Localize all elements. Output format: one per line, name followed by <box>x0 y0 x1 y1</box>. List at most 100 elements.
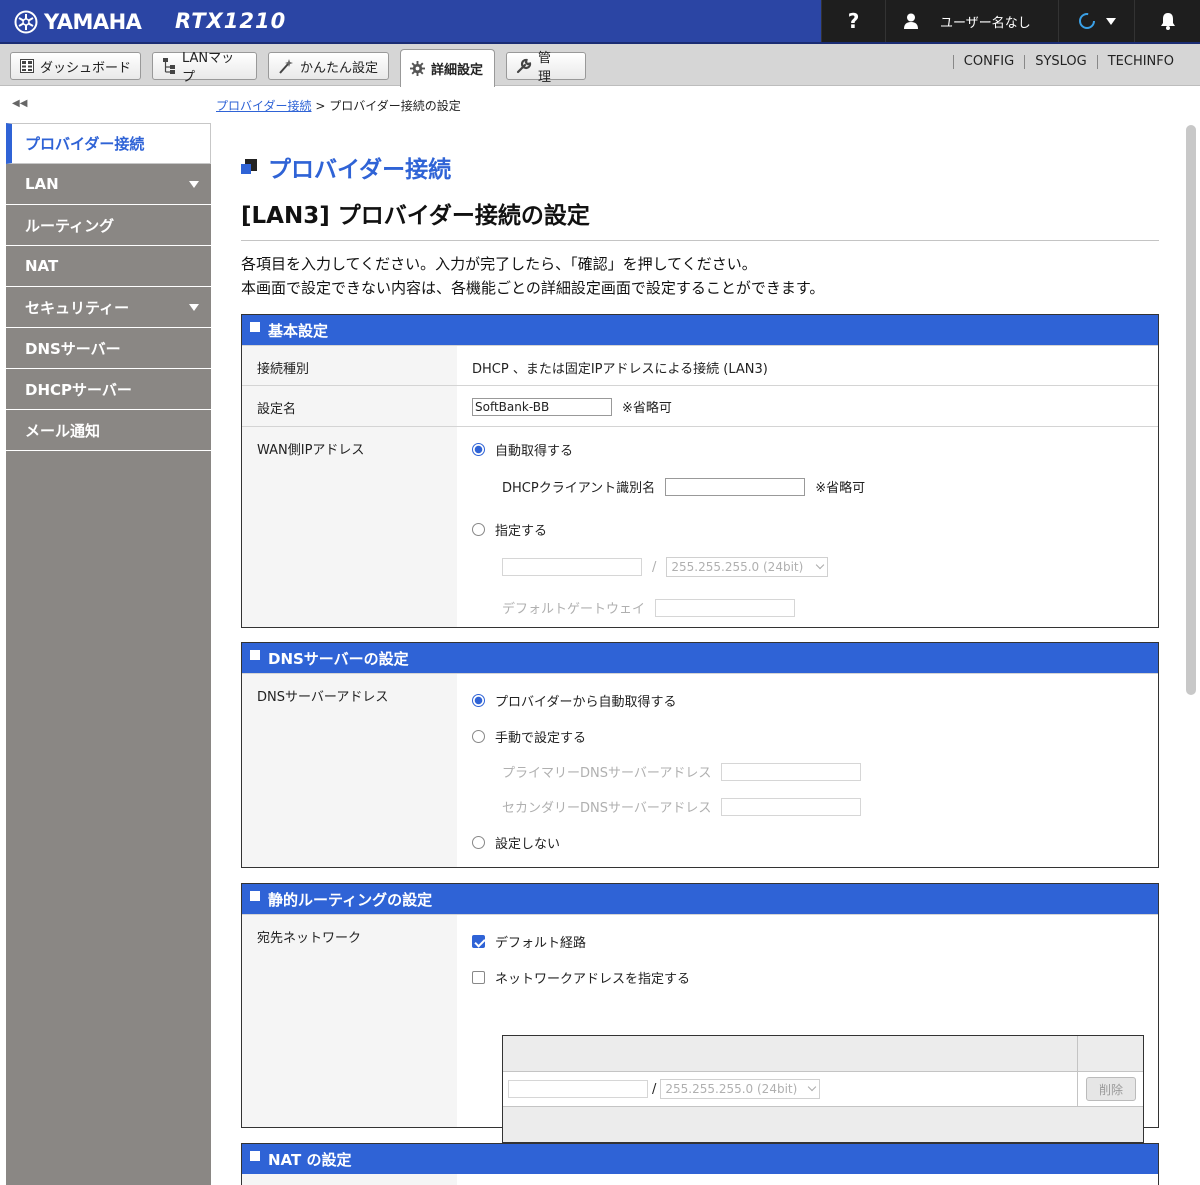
sidebar-item-lan[interactable]: LAN <box>6 164 211 205</box>
network-address-input[interactable] <box>508 1080 648 1098</box>
option-label: 自動取得する <box>495 444 574 459</box>
wan-netmask-select[interactable]: 255.255.255.0 (24bit) <box>666 557 829 577</box>
sidebar-item-label: LAN <box>25 175 59 193</box>
dns-none-option[interactable]: 設定しない <box>472 833 560 852</box>
default-gateway-label: デフォルトゲートウェイ <box>502 602 646 617</box>
tab-label: LANマップ <box>182 51 235 85</box>
sidebar-item-security[interactable]: セキュリティー <box>6 287 211 328</box>
sidebar-collapse-button[interactable]: ◀◀ <box>12 98 27 109</box>
radio-selected[interactable] <box>472 694 485 707</box>
notification-button[interactable] <box>1134 0 1200 42</box>
optional-note: ※省略可 <box>815 481 866 496</box>
specify-network-option[interactable]: ネットワークアドレスを指定する <box>472 968 690 987</box>
header-square-icon <box>250 891 260 901</box>
route-table: / 255.255.255.0 (24bit) 削除 <box>502 1035 1144 1143</box>
tab-label: かんたん設定 <box>300 60 379 76</box>
breadcrumb-separator: > <box>315 99 326 113</box>
expand-arrow-icon <box>189 303 199 311</box>
delete-button[interactable]: 削除 <box>1086 1077 1136 1101</box>
magic-wand-icon <box>279 59 293 74</box>
setting-name-row: 設定名 SoftBank-BB ※省略可 <box>242 385 1158 426</box>
scrollbar-thumb[interactable] <box>1186 125 1196 695</box>
destination-network-row: 宛先ネットワーク デフォルト経路 ネットワークアドレスを指定する / 255.2… <box>242 914 1158 1143</box>
bell-icon <box>1160 13 1175 30</box>
syslog-link[interactable]: SYSLOG <box>1024 55 1097 69</box>
option-label: 手動で設定する <box>495 731 587 746</box>
divider <box>241 240 1159 241</box>
dns-address-row: DNSサーバーアドレス プロバイダーから自動取得する 手動で設定する プライマリ… <box>242 673 1158 867</box>
top-utility-bar: ? ユーザー名なし <box>821 0 1200 42</box>
sidebar-item-label: プロバイダー接続 <box>25 135 145 153</box>
breadcrumb-link[interactable]: プロバイダー接続 <box>216 99 312 113</box>
tab-lan-map[interactable]: LANマップ <box>152 51 257 85</box>
tuning-fork-emblem-icon <box>14 10 38 34</box>
option-label: 設定しない <box>495 837 561 852</box>
top-bar: YAMAHA RTX1210 ? ユーザー名なし <box>0 0 1200 44</box>
wan-manual-option[interactable]: 指定する <box>472 520 547 539</box>
tab-dashboard[interactable]: ダッシュボード <box>10 52 141 80</box>
utility-links: CONFIG SYSLOG TECHINFO <box>952 55 1184 69</box>
yamaha-logo: YAMAHA <box>14 9 142 35</box>
header-square-icon <box>250 650 260 660</box>
sidebar-item-routing[interactable]: ルーティング <box>6 205 211 246</box>
page-subtitle: [LAN3] プロバイダー接続の設定 <box>241 203 590 229</box>
panel-header-title: NAT の設定 <box>268 1150 352 1169</box>
config-link[interactable]: CONFIG <box>952 55 1024 69</box>
row-label: 接続種別 <box>242 346 457 385</box>
radio-selected[interactable] <box>472 443 485 456</box>
user-menu[interactable]: ユーザー名なし <box>885 0 1058 42</box>
help-button[interactable]: ? <box>821 0 885 42</box>
select-value: 255.255.255.0 (24bit) <box>665 1082 798 1096</box>
setting-name-input[interactable]: SoftBank-BB <box>472 397 612 416</box>
techinfo-link[interactable]: TECHINFO <box>1096 55 1184 69</box>
sidebar-item-nat[interactable]: NAT <box>6 246 211 287</box>
header-square-icon <box>250 1151 260 1161</box>
network-mask-select[interactable]: 255.255.255.0 (24bit) <box>660 1079 821 1099</box>
sidebar-item-dhcp-server[interactable]: DHCPサーバー <box>6 369 211 410</box>
sidebar-item-dns-server[interactable]: DNSサーバー <box>6 328 211 369</box>
panel-header: DNSサーバーの設定 <box>242 643 1158 673</box>
checkbox-unchecked[interactable] <box>472 971 485 984</box>
row-label <box>242 1174 457 1185</box>
page-title-text: プロバイダー接続 <box>268 157 452 183</box>
static-routing-panel: 静的ルーティングの設定 宛先ネットワーク デフォルト経路 ネットワークアドレスを… <box>241 883 1159 1143</box>
tab-advanced-settings[interactable]: 詳細設定 <box>400 49 495 87</box>
checkbox-checked[interactable] <box>472 935 485 948</box>
dns-auto-option[interactable]: プロバイダーから自動取得する <box>472 691 676 710</box>
default-route-option[interactable]: デフォルト経路 <box>472 932 586 951</box>
radio-unselected[interactable] <box>472 523 485 536</box>
panel-header: 基本設定 <box>242 315 1158 345</box>
status-menu-button[interactable] <box>1058 0 1134 42</box>
radio-unselected[interactable] <box>472 836 485 849</box>
table-row: / 255.255.255.0 (24bit) 削除 <box>503 1072 1143 1107</box>
instruction-line-1: 各項目を入力してください。入力が完了したら、「確認」を押してください。 <box>241 255 757 273</box>
user-name: ユーザー名なし <box>940 15 1031 31</box>
wan-ip-address-input[interactable] <box>502 558 642 576</box>
dhcp-client-id-label: DHCPクライアント識別名 <box>502 481 656 496</box>
wan-auto-option[interactable]: 自動取得する <box>472 440 573 459</box>
tab-label: ダッシュボード <box>40 60 132 76</box>
panel-header-title: 静的ルーティングの設定 <box>268 890 433 909</box>
sidebar-item-mail-notification[interactable]: メール通知 <box>6 410 211 451</box>
sidebar-item-label: セキュリティー <box>25 298 130 317</box>
sidebar-item-label: DHCPサーバー <box>25 380 132 399</box>
product-name: RTX1210 <box>175 9 287 33</box>
sidebar-item-label: DNSサーバー <box>25 339 121 358</box>
section-squares-icon <box>241 159 257 174</box>
radio-unselected[interactable] <box>472 730 485 743</box>
dns-manual-option[interactable]: 手動で設定する <box>472 727 586 746</box>
sidebar: ◀◀ プロバイダー接続 LAN ルーティング NAT セキュリティー DNSサー… <box>0 86 215 1185</box>
tab-easy-setup[interactable]: かんたん設定 <box>268 52 389 80</box>
tab-label: 管 理 <box>538 51 565 85</box>
chevron-down-icon <box>808 1082 817 1092</box>
dashboard-icon <box>20 59 34 73</box>
dhcp-client-id-input[interactable] <box>665 477 806 496</box>
secondary-dns-input[interactable] <box>721 797 862 816</box>
page-title: プロバイダー接続 <box>240 150 451 184</box>
primary-dns-input[interactable] <box>721 762 862 781</box>
option-label: 指定する <box>495 524 548 539</box>
slash-separator: / <box>652 559 657 575</box>
sidebar-item-provider-connection[interactable]: プロバイダー接続 <box>6 123 211 164</box>
tab-management[interactable]: 管 理 <box>506 51 586 85</box>
default-gateway-input[interactable] <box>655 598 796 617</box>
